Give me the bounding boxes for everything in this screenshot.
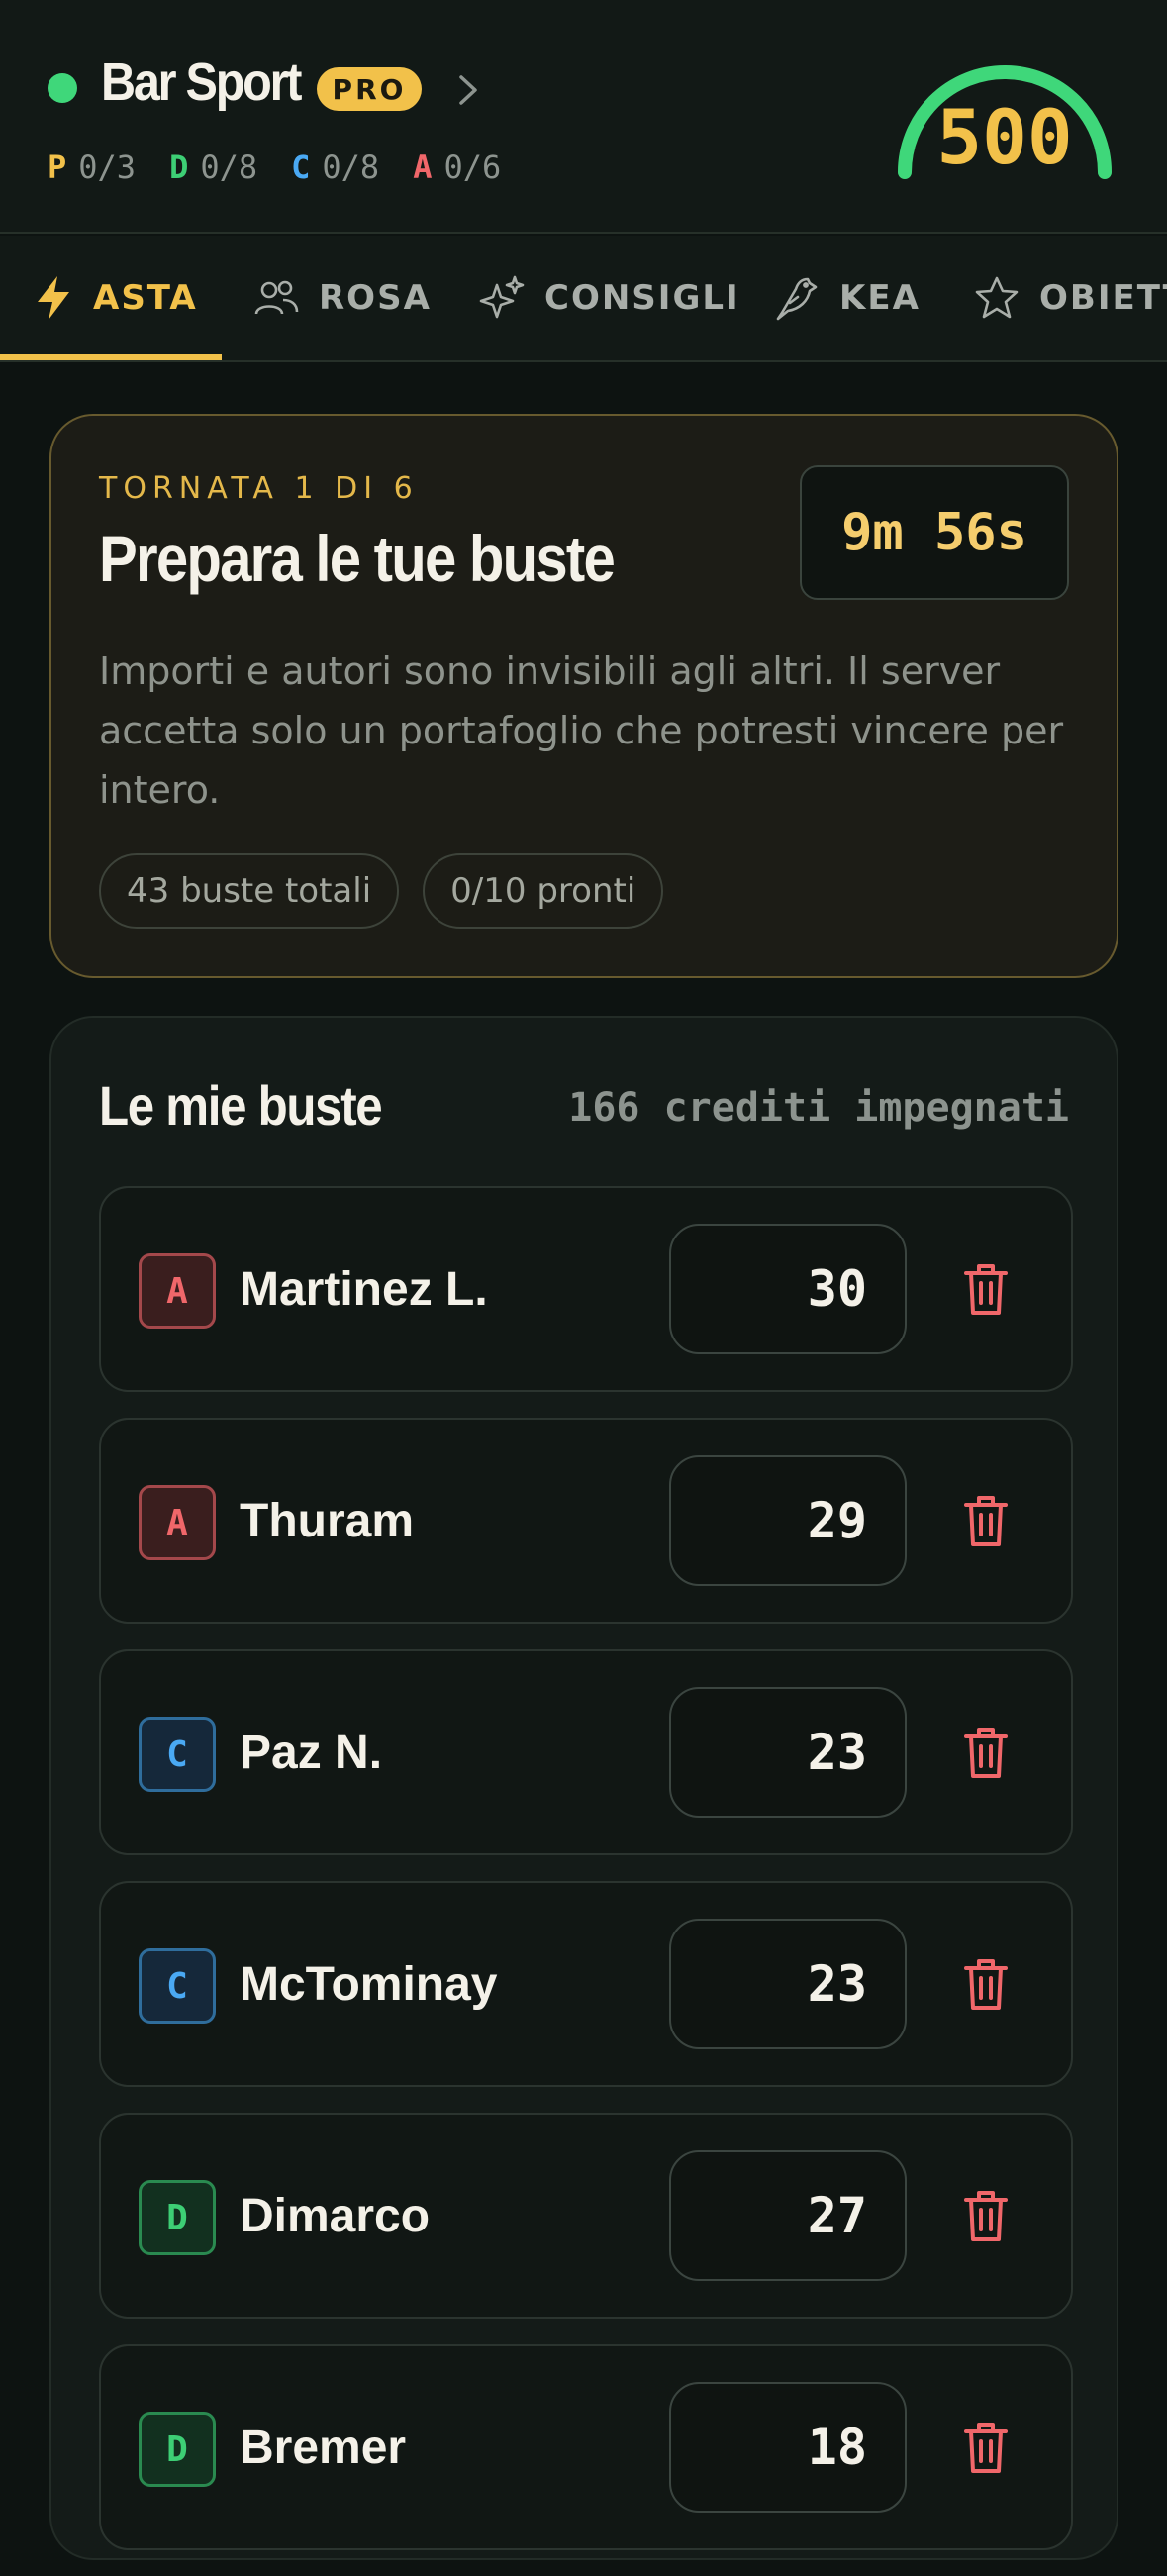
bid-amount-input[interactable]: 18 [669, 2382, 907, 2513]
trash-icon[interactable] [962, 1261, 1010, 1317]
tab-label: CONSIGLI [544, 278, 740, 318]
round-title: Prepara le tue buste [99, 522, 616, 595]
trash-icon[interactable] [962, 1493, 1010, 1548]
role-counter-p: P 0/3 [48, 149, 136, 186]
round-card: TORNATA 1 DI 6 Prepara le tue buste 9m 5… [49, 414, 1118, 978]
player-name: Martinez L. [240, 1262, 488, 1316]
role-counter-c: C 0/8 [291, 149, 379, 186]
app-header: Bar Sport PRO P 0/3 D 0/8 C 0/8 A 0/6 500 [0, 0, 1167, 234]
round-timer: 9m 56s [800, 465, 1069, 600]
bid-amount-input[interactable]: 30 [669, 1224, 907, 1354]
bid-row: A Thuram 29 [99, 1418, 1073, 1624]
player-name: Bremer [240, 2421, 407, 2474]
player-name: Thuram [240, 1494, 415, 1547]
bid-amount-input[interactable]: 23 [669, 1687, 907, 1818]
role-counters: P 0/3 D 0/8 C 0/8 A 0/6 [48, 149, 501, 186]
player-name: Dimarco [240, 2189, 431, 2242]
bid-list: A Martinez L. 30 A Thuram 29 C Paz N. 23 C McTomin… [99, 1186, 1073, 2576]
trash-icon[interactable] [962, 1725, 1010, 1780]
league-name[interactable]: Bar Sport [101, 51, 302, 113]
role-letter: D [169, 149, 189, 186]
role-count: 0/8 [322, 149, 380, 186]
tab-label: KEA [839, 278, 921, 318]
trash-icon[interactable] [962, 2420, 1010, 2475]
bird-icon [776, 277, 818, 321]
role-count: 0/6 [443, 149, 502, 186]
bid-row: D Bremer 18 [99, 2344, 1073, 2550]
my-envelopes-panel: Le mie buste 166 crediti impegnati A Mart… [49, 1016, 1118, 2560]
star-icon [975, 276, 1019, 319]
role-badge: D [139, 2412, 216, 2487]
panel-title: Le mie buste [99, 1074, 383, 1137]
tab-consigli[interactable]: CONSIGLI [479, 236, 740, 360]
chevron-right-icon[interactable] [455, 73, 481, 107]
role-badge: C [139, 1948, 216, 2024]
tab-obiettivi[interactable]: OBIETTIVI [974, 236, 1167, 360]
trash-icon[interactable] [962, 2188, 1010, 2243]
total-envelopes-chip: 43 buste totali [99, 853, 400, 929]
lightning-icon [38, 276, 69, 320]
users-icon [254, 280, 299, 315]
tab-label: OBIETTIVI [1039, 278, 1167, 318]
role-letter: C [291, 149, 311, 186]
role-counter-a: A 0/6 [413, 149, 501, 186]
tab-label: ROSA [319, 278, 432, 318]
pro-badge: PRO [317, 67, 422, 111]
sparkles-icon [479, 275, 525, 319]
main-tabs: ASTA ROSA CONSIGLI KEA OBIETTIVI [0, 236, 1167, 362]
tab-rosa[interactable]: ROSA [253, 236, 432, 360]
league-status-dot [48, 73, 77, 103]
role-count: 0/8 [200, 149, 258, 186]
committed-credits: 166 crediti impegnati [568, 1085, 1069, 1131]
bid-amount-input[interactable]: 23 [669, 1919, 907, 2049]
player-name: Paz N. [240, 1726, 383, 1779]
ready-count-chip: 0/10 pronti [423, 853, 664, 929]
round-counter: TORNATA 1 DI 6 [99, 471, 419, 506]
role-letter: A [413, 149, 433, 186]
round-description: Importi e autori sono invisibili agli al… [99, 649, 1064, 812]
bid-row: C Paz N. 23 [99, 1649, 1073, 1855]
role-badge: C [139, 1717, 216, 1792]
credits-remaining: 500 [936, 93, 1073, 181]
role-badge: D [139, 2180, 216, 2255]
tab-kea[interactable]: KEA [774, 236, 921, 360]
role-badge: A [139, 1485, 216, 1560]
bid-amount-input[interactable]: 29 [669, 1455, 907, 1586]
bid-amount-input[interactable]: 27 [669, 2150, 907, 2281]
trash-icon[interactable] [962, 1956, 1010, 2012]
role-counter-d: D 0/8 [169, 149, 257, 186]
bid-row: C McTominay 23 [99, 1881, 1073, 2087]
role-count: 0/3 [78, 149, 137, 186]
active-tab-indicator [0, 354, 222, 360]
role-letter: P [48, 149, 67, 186]
tab-asta[interactable]: ASTA [34, 236, 198, 360]
tab-label: ASTA [93, 278, 198, 318]
player-name: McTominay [240, 1957, 498, 2011]
bid-row: D Dimarco 27 [99, 2113, 1073, 2319]
role-badge: A [139, 1253, 216, 1329]
round-stats: 43 buste totali 0/10 pronti [99, 853, 664, 929]
bid-row: A Martinez L. 30 [99, 1186, 1073, 1392]
